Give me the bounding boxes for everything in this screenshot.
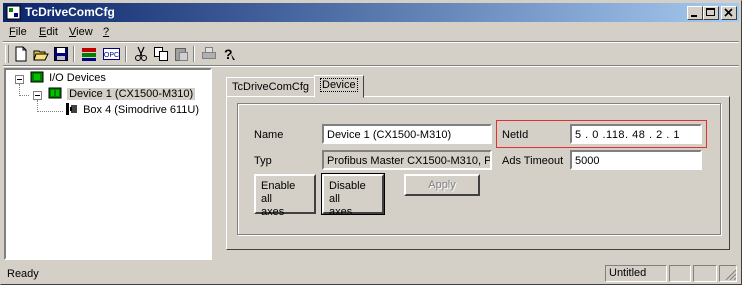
opc-label: OPC bbox=[104, 52, 119, 59]
new-button[interactable] bbox=[11, 45, 31, 63]
tab-device[interactable]: Device bbox=[314, 75, 364, 98]
status-panel bbox=[669, 265, 691, 282]
menu-file[interactable]: File bbox=[9, 25, 27, 39]
menu-view[interactable]: View bbox=[69, 25, 93, 39]
save-icon bbox=[54, 47, 68, 61]
save-button[interactable] bbox=[51, 45, 71, 63]
minimize-button[interactable] bbox=[687, 6, 703, 20]
title-bar[interactable]: TcDriveComCfg bbox=[3, 3, 739, 22]
tree-item-io-devices[interactable]: I/O Devices bbox=[30, 70, 106, 86]
toolbar-separator bbox=[193, 46, 195, 62]
close-icon bbox=[724, 8, 733, 17]
opc-icon: OPC bbox=[103, 48, 120, 60]
detail-pane: TcDriveComCfg Device Name Device 1 (CX15… bbox=[218, 68, 740, 260]
box-icon bbox=[66, 103, 77, 115]
enable-all-axes-button[interactable]: Enable all axes bbox=[254, 174, 316, 218]
print-icon bbox=[202, 47, 216, 59]
tree-line bbox=[19, 95, 29, 96]
status-bar: Ready Untitled bbox=[3, 263, 739, 283]
config-button[interactable] bbox=[79, 45, 99, 63]
paste-button[interactable] bbox=[171, 45, 191, 63]
help-icon: ? bbox=[224, 46, 235, 62]
typ-field: Profibus Master CX1500-M310, P bbox=[322, 150, 492, 170]
help-button[interactable]: ? bbox=[219, 45, 239, 63]
menu-bar: File Edit View ? bbox=[3, 23, 739, 41]
close-button[interactable] bbox=[721, 6, 737, 20]
cut-button[interactable] bbox=[131, 45, 151, 63]
toolbar-separator bbox=[125, 46, 127, 62]
toolbar-grip[interactable] bbox=[5, 45, 9, 63]
toolbar-separator bbox=[73, 46, 75, 62]
new-icon bbox=[15, 46, 27, 62]
status-text: Ready bbox=[7, 268, 39, 280]
copy-icon bbox=[154, 47, 168, 61]
maximize-icon bbox=[706, 8, 715, 16]
disable-all-axes-button[interactable]: Disable all axes bbox=[321, 173, 385, 218]
tree-collapse-toggle[interactable] bbox=[15, 75, 24, 84]
maximize-button[interactable] bbox=[703, 6, 719, 20]
paste-icon bbox=[175, 48, 188, 61]
opc-button[interactable]: OPC bbox=[101, 45, 121, 63]
status-panel bbox=[693, 265, 717, 282]
resize-grip-icon[interactable] bbox=[725, 269, 737, 281]
name-field[interactable]: Device 1 (CX1500-M310) bbox=[322, 124, 492, 144]
print-button[interactable] bbox=[199, 45, 219, 63]
toolbar: OPC ? bbox=[3, 43, 739, 65]
tree-collapse-toggle[interactable] bbox=[33, 91, 42, 100]
minimize-icon bbox=[691, 15, 697, 17]
status-document: Untitled bbox=[605, 265, 667, 282]
open-icon bbox=[33, 50, 49, 61]
device-icon bbox=[48, 87, 62, 99]
netid-field[interactable]: 5 . 0 .118. 48 . 2 . 1 bbox=[570, 124, 702, 144]
ads-timeout-field[interactable]: 5000 bbox=[570, 150, 702, 170]
tree-item-device-1[interactable]: Device 1 (CX1500-M310) bbox=[48, 86, 196, 102]
svg-text:?: ? bbox=[224, 46, 233, 62]
window-title: TcDriveComCfg bbox=[25, 5, 115, 19]
typ-label: Typ bbox=[254, 155, 272, 167]
cut-icon bbox=[135, 46, 147, 61]
io-devices-icon bbox=[30, 71, 44, 83]
menu-help[interactable]: ? bbox=[103, 25, 109, 39]
app-icon bbox=[6, 5, 21, 20]
tree-item-box-4[interactable]: Box 4 (Simodrive 611U) bbox=[64, 102, 199, 118]
tree-line bbox=[37, 111, 63, 112]
device-groupbox: Name Device 1 (CX1500-M310) Typ Profibus… bbox=[237, 103, 721, 235]
open-button[interactable] bbox=[31, 45, 51, 63]
ads-timeout-label: Ads Timeout bbox=[502, 155, 564, 167]
config-icon bbox=[82, 48, 96, 61]
toolbar-separator-line bbox=[3, 65, 739, 67]
tab-tcdrivecomcfg[interactable]: TcDriveComCfg bbox=[226, 77, 316, 97]
menu-edit[interactable]: Edit bbox=[39, 25, 58, 39]
copy-button[interactable] bbox=[151, 45, 171, 63]
apply-button[interactable]: Apply bbox=[404, 174, 480, 196]
device-tree[interactable]: I/O Devices Device 1 (CX1500-M310) Box 4… bbox=[4, 68, 212, 260]
name-label: Name bbox=[254, 129, 284, 141]
netid-label: NetId bbox=[502, 129, 529, 141]
main-window: TcDriveComCfg File Edit View ? OPC ? I/O… bbox=[0, 0, 742, 285]
device-tab-panel: Name Device 1 (CX1500-M310) Typ Profibus… bbox=[226, 96, 730, 250]
